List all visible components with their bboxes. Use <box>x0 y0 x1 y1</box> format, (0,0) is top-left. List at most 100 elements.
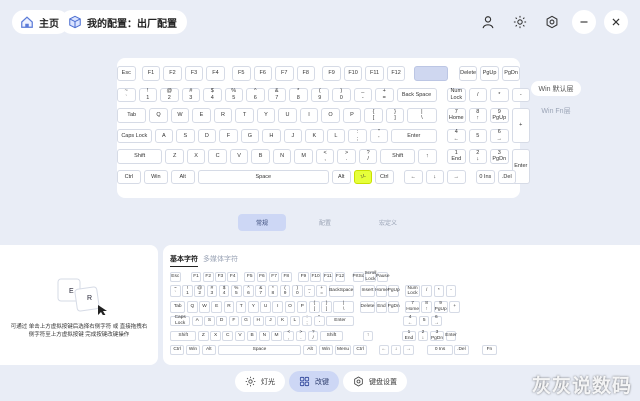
palette-key[interactable]: ) 0 <box>292 285 303 297</box>
palette-key[interactable]: W <box>199 300 210 313</box>
palette-key[interactable]: ↑ <box>362 331 374 341</box>
virtual-key[interactable]: ! 1 <box>138 87 157 102</box>
virtual-key[interactable]: F4 <box>206 66 225 81</box>
virtual-key[interactable]: X <box>186 149 206 164</box>
virtual-key[interactable]: F1 <box>141 66 161 81</box>
palette-key[interactable]: J <box>265 316 276 326</box>
palette-key[interactable]: - <box>445 285 457 297</box>
palette-key[interactable]: Enter <box>445 331 457 341</box>
virtual-key[interactable]: R <box>213 108 233 123</box>
virtual-key[interactable]: J <box>283 128 303 143</box>
virtual-key[interactable]: F11 <box>365 66 384 81</box>
palette-key[interactable]: Enter <box>326 316 354 326</box>
virtual-key[interactable] <box>413 66 449 81</box>
virtual-key[interactable]: 9 PgUp <box>490 108 509 123</box>
virtual-key[interactable]: → <box>447 169 466 184</box>
palette-key[interactable]: F10 <box>310 272 321 282</box>
palette-key[interactable]: $ 4 <box>218 285 230 297</box>
palette-key[interactable]: | \ <box>333 300 354 313</box>
virtual-key[interactable]: Alt <box>170 169 195 184</box>
virtual-key[interactable]: I <box>299 108 319 123</box>
virtual-key[interactable]: K <box>305 128 324 143</box>
palette-key[interactable]: 3 PgDn <box>429 330 445 341</box>
virtual-key[interactable]: + <box>511 108 531 143</box>
virtual-key[interactable]: { [ <box>364 108 383 123</box>
palette-key[interactable]: Tab <box>170 300 186 313</box>
palette-key[interactable]: ! 1 <box>182 285 193 297</box>
virtual-key[interactable]: % 5 <box>224 87 243 102</box>
virtual-key[interactable]: E <box>192 108 211 123</box>
palette-key[interactable]: F7 <box>268 272 280 282</box>
palette-key[interactable]: T <box>235 300 247 313</box>
virtual-key[interactable]: T <box>235 108 254 123</box>
virtual-key[interactable]: F <box>219 128 238 143</box>
virtual-key[interactable]: Num Lock <box>447 87 466 102</box>
virtual-key[interactable]: ) 0 <box>332 87 351 102</box>
palette-key[interactable]: V <box>234 331 246 341</box>
virtual-key[interactable]: F8 <box>296 66 316 81</box>
virtual-key[interactable]: & 7 <box>267 87 286 102</box>
palette-key[interactable]: F5 <box>244 272 255 282</box>
virtual-key[interactable]: @ 2 <box>160 87 179 102</box>
palette-key[interactable]: Caps Lock <box>170 315 191 326</box>
palette-key[interactable]: 1 End <box>401 330 417 341</box>
virtual-key[interactable]: Space <box>197 169 329 184</box>
virtual-key[interactable]: 5 <box>468 128 488 143</box>
palette-key[interactable]: F2 <box>202 272 214 282</box>
virtual-key[interactable]: G <box>240 128 260 143</box>
subtab-media[interactable]: 多媒体字符 <box>203 254 238 264</box>
profile-button[interactable]: 我的配置：出厂配置 <box>60 10 187 34</box>
virtual-key[interactable]: F9 <box>322 66 341 81</box>
virtual-key[interactable]: Esc <box>117 66 136 81</box>
virtual-key[interactable]: O <box>321 108 340 123</box>
virtual-key[interactable]: 2 ↓ <box>468 149 488 164</box>
palette-key[interactable]: Delete <box>360 300 375 313</box>
palette-key[interactable]: A <box>191 316 203 326</box>
virtual-key[interactable]: 6 → <box>490 128 509 143</box>
palette-key[interactable]: F3 <box>215 272 226 282</box>
palette-key[interactable]: R <box>223 300 235 313</box>
palette-key[interactable]: Insert <box>360 285 375 297</box>
virtual-key[interactable]: F10 <box>343 66 363 81</box>
tab-config[interactable]: 配置 <box>301 214 349 231</box>
palette-key[interactable]: C <box>222 331 234 341</box>
palette-key[interactable]: N <box>259 331 270 341</box>
palette-key[interactable]: Esc <box>170 272 181 282</box>
virtual-key[interactable]: Alt <box>332 169 351 184</box>
palette-key[interactable]: B <box>246 331 258 341</box>
virtual-key[interactable]: F2 <box>163 66 182 81</box>
palette-key[interactable]: Space <box>217 345 302 355</box>
palette-key[interactable]: Num Lock <box>405 285 420 297</box>
palette-key[interactable]: ← <box>378 345 390 355</box>
palette-key[interactable]: ? / <box>307 330 319 341</box>
palette-key[interactable]: F12 <box>334 272 346 282</box>
nav-lighting-button[interactable]: 灯光 <box>235 371 285 392</box>
tab-general[interactable]: 常规 <box>238 214 286 231</box>
virtual-key[interactable]: ? / <box>358 149 378 164</box>
virtual-key[interactable]: * 8 <box>289 87 308 102</box>
palette-key[interactable]: G <box>240 316 252 326</box>
palette-key[interactable]: 4 ← <box>403 315 418 326</box>
virtual-key[interactable]: 7 Home <box>447 108 466 123</box>
palette-key[interactable]: / <box>421 285 432 297</box>
palette-key[interactable]: : ; <box>301 315 313 326</box>
virtual-key[interactable]: N <box>272 149 292 164</box>
palette-key[interactable]: F11 <box>322 272 334 282</box>
virtual-key[interactable]: Back Space <box>396 87 437 102</box>
close-button[interactable] <box>604 10 628 34</box>
virtual-key[interactable]: - <box>511 87 531 102</box>
palette-key[interactable]: Home <box>375 285 388 297</box>
palette-key[interactable]: Q <box>187 300 198 313</box>
virtual-key[interactable]: Y <box>256 108 276 123</box>
palette-key[interactable]: O <box>284 300 296 313</box>
tab-macro[interactable]: 宏定义 <box>364 214 412 231</box>
palette-key[interactable]: + <box>449 300 460 313</box>
virtual-key[interactable]: 3 PgDn <box>490 149 509 164</box>
palette-key[interactable]: End <box>376 300 387 313</box>
virtual-key[interactable]: U <box>278 108 297 123</box>
palette-key[interactable]: PgUp <box>388 285 400 297</box>
palette-key[interactable]: > . <box>295 330 307 341</box>
palette-key[interactable]: Shift <box>170 331 197 341</box>
virtual-key[interactable]: Enter <box>391 128 437 143</box>
palette-key[interactable]: ^ 6 <box>243 285 254 297</box>
